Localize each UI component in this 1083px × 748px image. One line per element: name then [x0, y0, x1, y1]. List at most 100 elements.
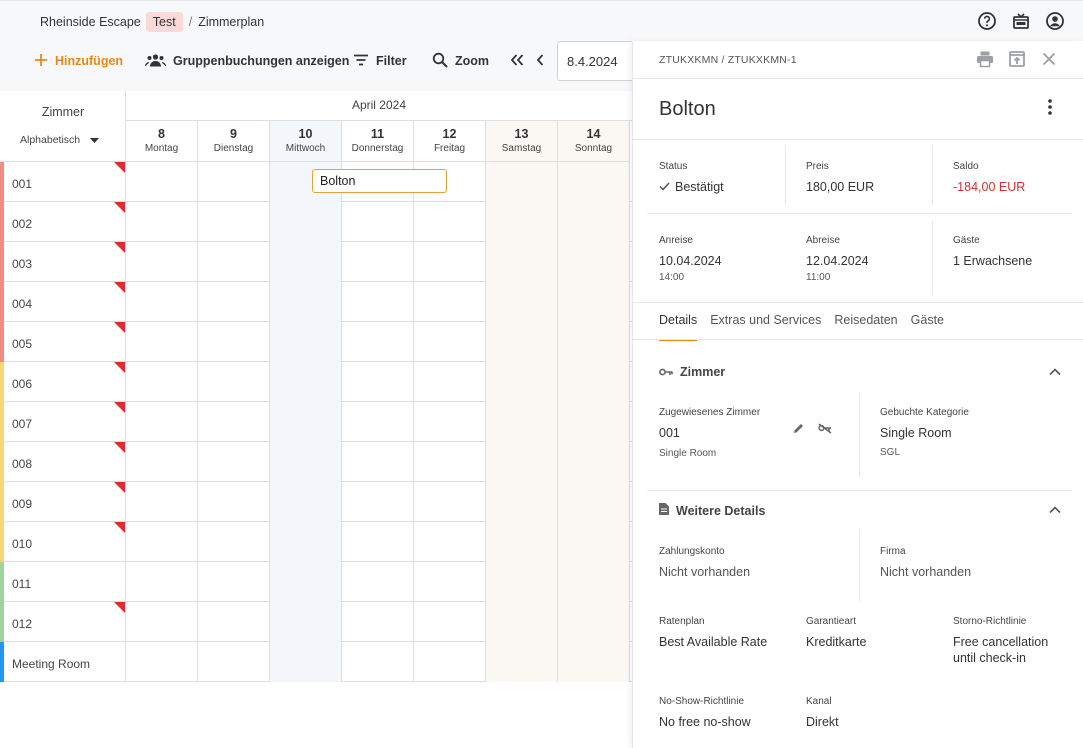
chevron-up-icon[interactable] — [1049, 365, 1061, 379]
calendar-cell[interactable] — [342, 642, 414, 682]
calendar-cell[interactable] — [126, 562, 198, 602]
calendar-cell[interactable] — [414, 642, 486, 682]
calendar-cell[interactable] — [486, 442, 558, 482]
calendar-cell[interactable] — [270, 482, 342, 522]
calendar-cell[interactable] — [558, 322, 630, 362]
breadcrumb-property[interactable]: Rheinside Escape — [40, 15, 141, 29]
calendar-cell[interactable] — [198, 362, 270, 402]
calendar-cell[interactable] — [198, 522, 270, 562]
calendar-cell[interactable] — [198, 482, 270, 522]
calendar-cell[interactable] — [126, 362, 198, 402]
more-vert-icon[interactable] — [1047, 99, 1053, 118]
room-cell[interactable]: 008 — [0, 442, 126, 482]
calendar-cell[interactable] — [342, 242, 414, 282]
calendar-cell[interactable] — [126, 202, 198, 242]
calendar-cell[interactable] — [342, 402, 414, 442]
calendar-cell[interactable] — [270, 362, 342, 402]
room-cell[interactable]: 011 — [0, 562, 126, 602]
calendar-cell[interactable] — [414, 242, 486, 282]
calendar-cell[interactable] — [558, 402, 630, 442]
calendar-cell[interactable] — [558, 642, 630, 682]
chevron-up-icon[interactable] — [1049, 503, 1061, 517]
room-cell[interactable]: 009 — [0, 482, 126, 522]
calendar-cell[interactable] — [126, 442, 198, 482]
calendar-cell[interactable] — [270, 522, 342, 562]
calendar-cell[interactable] — [198, 162, 270, 202]
calendar-cell[interactable] — [558, 602, 630, 642]
room-cell[interactable]: 004 — [0, 282, 126, 322]
calendar-cell[interactable] — [414, 482, 486, 522]
calendar-cell[interactable] — [558, 242, 630, 282]
calendar-cell[interactable] — [198, 402, 270, 442]
calendar-cell[interactable] — [198, 242, 270, 282]
calendar-cell[interactable] — [270, 642, 342, 682]
room-cell[interactable]: 012 — [0, 602, 126, 642]
calendar-cell[interactable] — [342, 562, 414, 602]
prev-button[interactable] — [536, 41, 544, 81]
calendar-cell[interactable] — [414, 442, 486, 482]
calendar-cell[interactable] — [198, 602, 270, 642]
calendar-cell[interactable] — [414, 362, 486, 402]
calendar-cell[interactable] — [270, 562, 342, 602]
tab-guests[interactable]: Gäste — [911, 313, 944, 341]
calendar-cell[interactable] — [414, 282, 486, 322]
calendar-cell[interactable] — [198, 642, 270, 682]
calendar-cell[interactable] — [270, 602, 342, 642]
help-icon[interactable] — [977, 11, 997, 31]
calendar-cell[interactable] — [342, 442, 414, 482]
calendar-cell[interactable] — [126, 602, 198, 642]
unassign-room-icon[interactable] — [818, 423, 832, 437]
calendar-cell[interactable] — [342, 362, 414, 402]
calendar-cell[interactable] — [486, 242, 558, 282]
calendar-cell[interactable] — [270, 322, 342, 362]
calendar-cell[interactable] — [198, 202, 270, 242]
jump-back-button[interactable] — [510, 41, 524, 81]
calendar-cell[interactable] — [414, 322, 486, 362]
date-input[interactable]: 8.4.2024 — [557, 41, 632, 81]
booking-bar[interactable]: Bolton — [312, 169, 447, 193]
room-cell[interactable]: 007 — [0, 402, 126, 442]
room-cell[interactable]: 005 — [0, 322, 126, 362]
edit-icon[interactable] — [793, 423, 804, 437]
calendar-cell[interactable] — [414, 402, 486, 442]
calendar-cell[interactable] — [486, 362, 558, 402]
calendar-cell[interactable] — [486, 202, 558, 242]
calendar-cell[interactable] — [558, 562, 630, 602]
calendar-cell[interactable] — [270, 282, 342, 322]
calendar-cell[interactable] — [270, 442, 342, 482]
calendar-cell[interactable] — [270, 402, 342, 442]
calendar-cell[interactable] — [270, 242, 342, 282]
account-icon[interactable] — [1045, 11, 1065, 31]
calendar-cell[interactable] — [558, 362, 630, 402]
calendar-cell[interactable] — [414, 202, 486, 242]
calendar-cell[interactable] — [342, 322, 414, 362]
calendar-cell[interactable] — [342, 522, 414, 562]
room-cell[interactable]: 002 — [0, 202, 126, 242]
room-section-title[interactable]: Zimmer — [659, 365, 725, 379]
tab-extras[interactable]: Extras und Services — [710, 313, 821, 341]
calendar-cell[interactable] — [198, 282, 270, 322]
room-cell[interactable]: 006 — [0, 362, 126, 402]
calendar-cell[interactable] — [558, 162, 630, 202]
calendar-cell[interactable] — [270, 202, 342, 242]
calendar-cell[interactable] — [558, 282, 630, 322]
calendar-cell[interactable] — [414, 562, 486, 602]
tab-travel-data[interactable]: Reisedaten — [834, 313, 897, 341]
calendar-cell[interactable] — [558, 482, 630, 522]
calendar-cell[interactable] — [558, 202, 630, 242]
calendar-cell[interactable] — [486, 562, 558, 602]
calendar-cell[interactable] — [486, 402, 558, 442]
add-button[interactable]: Hinzufügen — [34, 41, 123, 81]
calendar-cell[interactable] — [486, 522, 558, 562]
calendar-cell[interactable] — [126, 642, 198, 682]
calendar-cell[interactable] — [486, 282, 558, 322]
sort-select[interactable]: Alphabetisch — [20, 134, 100, 146]
calendar-cell[interactable] — [558, 442, 630, 482]
calendar-cell[interactable] — [486, 602, 558, 642]
open-in-new-icon[interactable] — [1008, 50, 1026, 71]
ticket-icon[interactable] — [1011, 11, 1031, 31]
calendar-cell[interactable] — [342, 282, 414, 322]
calendar-cell[interactable] — [198, 442, 270, 482]
calendar-cell[interactable] — [126, 322, 198, 362]
calendar-cell[interactable] — [342, 602, 414, 642]
